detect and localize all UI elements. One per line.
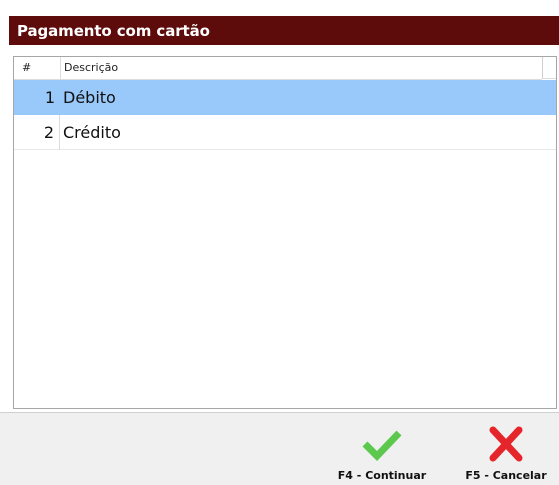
- x-icon: [454, 425, 558, 463]
- cancel-label: F5 - Cancelar: [465, 469, 547, 482]
- check-icon: [334, 425, 430, 463]
- cancel-button[interactable]: F5 - Cancelar: [454, 413, 558, 485]
- payment-methods-grid[interactable]: # Descrição 1 Débito 2 Crédito: [13, 56, 557, 409]
- table-row-credito[interactable]: 2 Crédito: [14, 115, 556, 150]
- column-header-number[interactable]: #: [14, 57, 61, 79]
- button-bar: F4 - Continuar F5 - Cancelar: [0, 412, 559, 485]
- continue-label: F4 - Continuar: [337, 469, 427, 482]
- row-number: 1: [44, 88, 55, 107]
- row-description: Crédito: [63, 123, 121, 142]
- row-number: 2: [14, 115, 60, 150]
- grid-header: # Descrição: [14, 57, 542, 80]
- row-description: Débito: [63, 88, 116, 107]
- dialog-title: Pagamento com cartão: [17, 21, 210, 40]
- dialog-title-bar: Pagamento com cartão: [9, 16, 559, 45]
- grid-header-corner: [542, 57, 556, 79]
- column-header-description[interactable]: Descrição: [61, 57, 542, 79]
- continue-button[interactable]: F4 - Continuar: [334, 413, 430, 485]
- table-row-debito[interactable]: 1 Débito: [14, 80, 556, 115]
